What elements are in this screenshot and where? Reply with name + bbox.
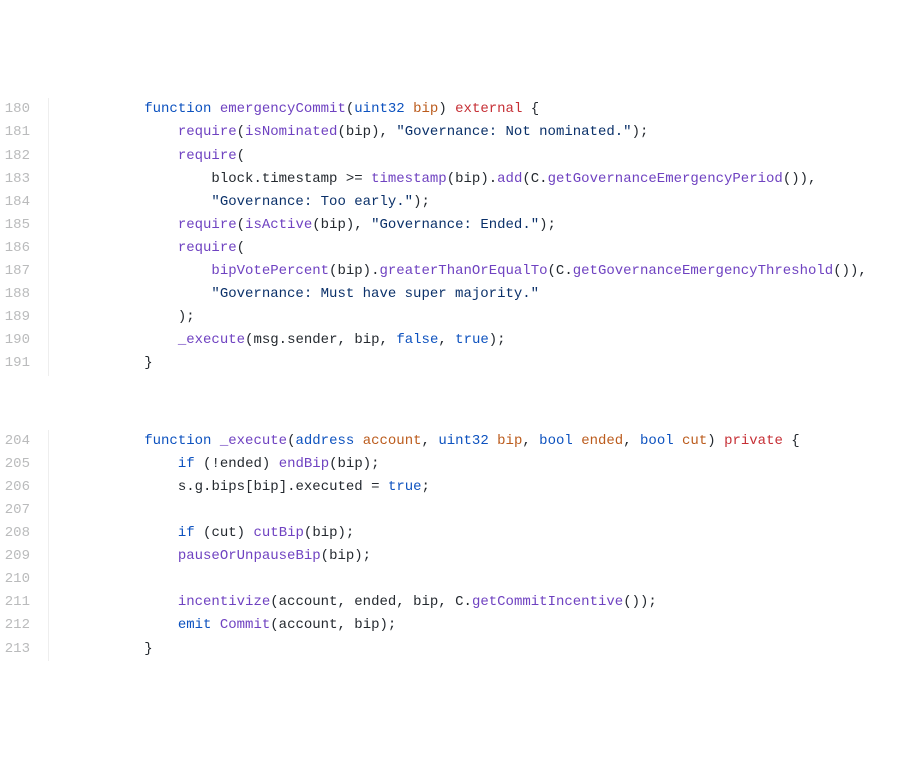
code-content: ); [77,306,900,329]
code-line: 183 block.timestamp >= timestamp(bip).ad… [0,168,900,191]
code-line: 213 } [0,638,900,661]
code-content: "Governance: Must have super majority." [77,283,900,306]
gutter-border [48,306,49,329]
line-number: 210 [0,568,48,591]
code-line: 207 [0,499,900,522]
gutter-border [48,453,49,476]
gutter-border [48,591,49,614]
code-content [77,499,900,522]
line-number: 186 [0,237,48,260]
gutter-border [48,522,49,545]
code-line: 184 "Governance: Too early."); [0,191,900,214]
code-content: if (!ended) endBip(bip); [77,453,900,476]
gutter-border [48,430,49,453]
code-line: 189 ); [0,306,900,329]
code-line: 204 function _execute(address account, u… [0,430,900,453]
code-content: require(isActive(bip), "Governance: Ende… [77,214,900,237]
code-content: if (cut) cutBip(bip); [77,522,900,545]
line-number: 190 [0,329,48,352]
gutter-border [48,260,49,283]
gutter-border [48,98,49,121]
code-line: 181 require(isNominated(bip), "Governanc… [0,121,900,144]
gutter-border [48,568,49,591]
line-number: 180 [0,98,48,121]
code-content: incentivize(account, ended, bip, C.getCo… [77,591,900,614]
line-number: 209 [0,545,48,568]
code-content: function emergencyCommit(uint32 bip) ext… [77,98,900,121]
gutter-border [48,168,49,191]
code-line: 182 require( [0,145,900,168]
gutter-border [48,237,49,260]
code-line: 205 if (!ended) endBip(bip); [0,453,900,476]
line-number: 185 [0,214,48,237]
code-content: } [77,352,900,375]
code-content: bipVotePercent(bip).greaterThanOrEqualTo… [77,260,900,283]
line-number: 207 [0,499,48,522]
line-number: 188 [0,283,48,306]
code-line: 186 require( [0,237,900,260]
code-content: pauseOrUnpauseBip(bip); [77,545,900,568]
block-gap [0,399,900,407]
gutter-border [48,638,49,661]
line-number: 183 [0,168,48,191]
code-content: emit Commit(account, bip); [77,614,900,637]
gutter-border [48,499,49,522]
code-line: 180 function emergencyCommit(uint32 bip)… [0,98,900,121]
code-line: 211 incentivize(account, ended, bip, C.g… [0,591,900,614]
code-line: 188 "Governance: Must have super majorit… [0,283,900,306]
code-line: 210 [0,568,900,591]
code-line: 187 bipVotePercent(bip).greaterThanOrEqu… [0,260,900,283]
line-number: 206 [0,476,48,499]
code-line: 190 _execute(msg.sender, bip, false, tru… [0,329,900,352]
gutter-border [48,214,49,237]
line-number: 212 [0,614,48,637]
code-line: 206 s.g.bips[bip].executed = true; [0,476,900,499]
code-content: require(isNominated(bip), "Governance: N… [77,121,900,144]
line-number: 189 [0,306,48,329]
line-number: 205 [0,453,48,476]
code-block-2: 204 function _execute(address account, u… [0,430,900,661]
gutter-border [48,145,49,168]
line-number: 191 [0,352,48,375]
gutter-border [48,329,49,352]
code-content: _execute(msg.sender, bip, false, true); [77,329,900,352]
gutter-border [48,476,49,499]
code-content [77,568,900,591]
code-content: block.timestamp >= timestamp(bip).add(C.… [77,168,900,191]
gutter-border [48,191,49,214]
code-line: 185 require(isActive(bip), "Governance: … [0,214,900,237]
gutter-border [48,121,49,144]
code-line: 191 } [0,352,900,375]
line-number: 208 [0,522,48,545]
code-content: s.g.bips[bip].executed = true; [77,476,900,499]
line-number: 184 [0,191,48,214]
line-number: 182 [0,145,48,168]
code-content: } [77,638,900,661]
code-content: require( [77,145,900,168]
line-number: 204 [0,430,48,453]
code-block-1: 180 function emergencyCommit(uint32 bip)… [0,98,900,375]
code-content: require( [77,237,900,260]
code-content: function _execute(address account, uint3… [77,430,900,453]
gutter-border [48,352,49,375]
code-line: 208 if (cut) cutBip(bip); [0,522,900,545]
code-line: 209 pauseOrUnpauseBip(bip); [0,545,900,568]
gutter-border [48,545,49,568]
gutter-border [48,614,49,637]
gutter-border [48,283,49,306]
code-line: 212 emit Commit(account, bip); [0,614,900,637]
line-number: 187 [0,260,48,283]
code-content: "Governance: Too early."); [77,191,900,214]
line-number: 211 [0,591,48,614]
line-number: 181 [0,121,48,144]
line-number: 213 [0,638,48,661]
